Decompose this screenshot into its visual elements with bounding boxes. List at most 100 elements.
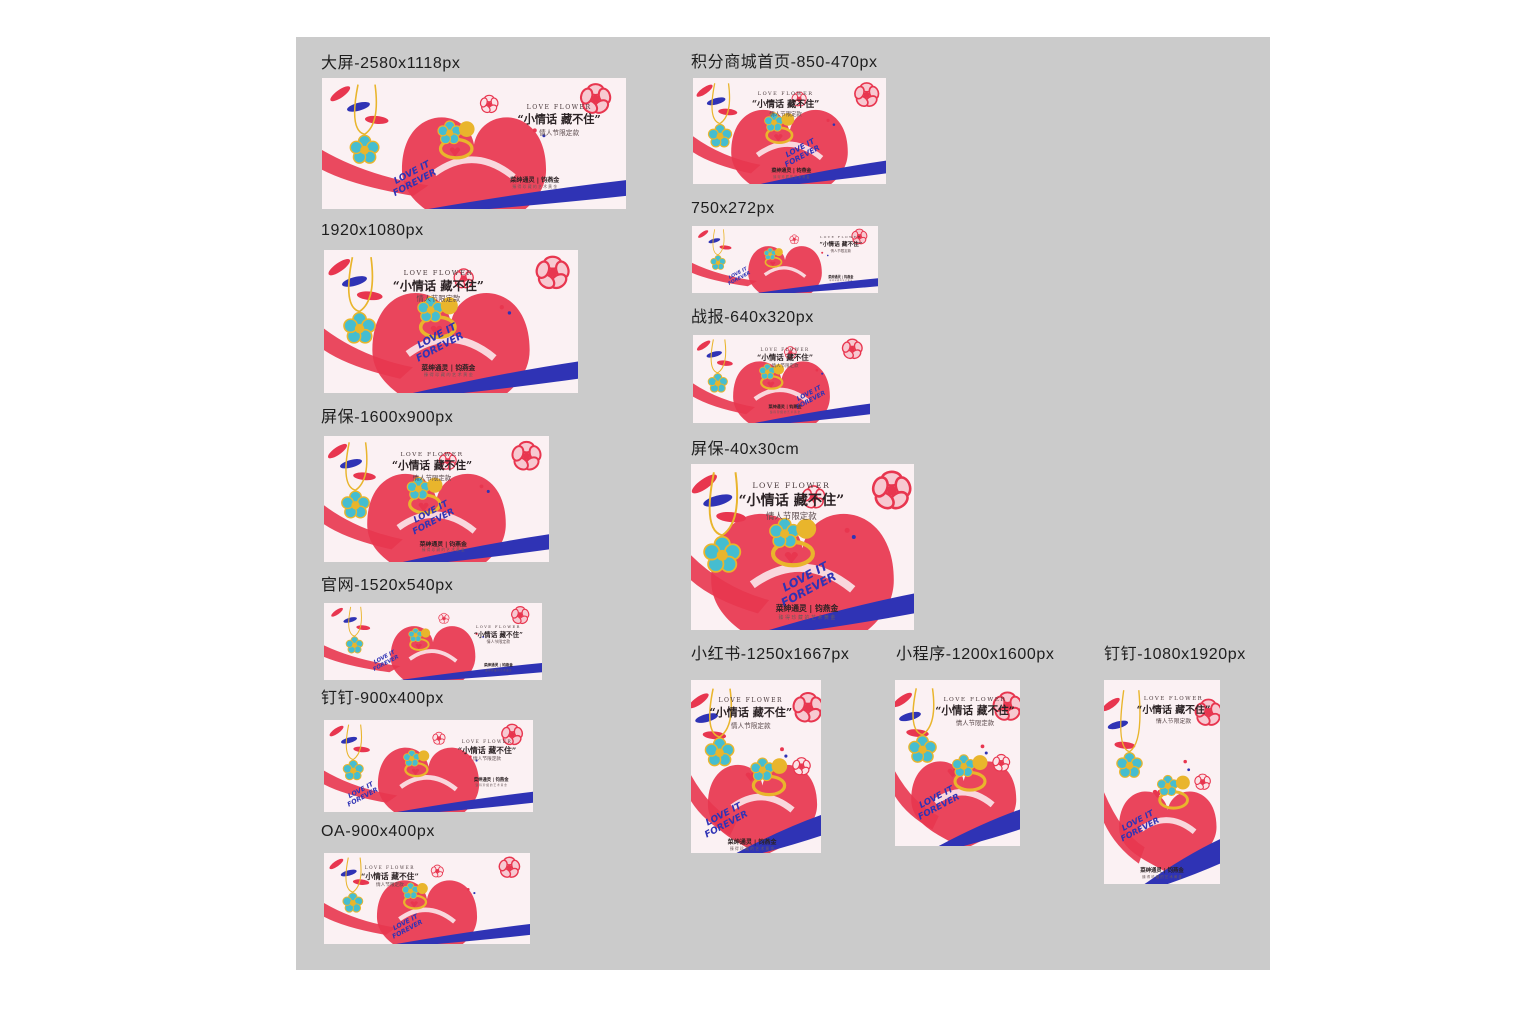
banner-copy: LOVE FLOWER “小情话 藏不住” 情人节限定款: [757, 347, 813, 369]
banner-headline: “小情话 藏不住”: [517, 113, 601, 127]
dot-decoration: [479, 484, 484, 489]
banner-headline: “小情话 藏不住”: [935, 703, 1015, 717]
brand-name: 菜绅通灵 | 钧燕金: [1140, 867, 1184, 874]
banner-subheadline: 情人节限定款: [486, 638, 511, 644]
banner-subheadline: 情人节限定款: [730, 722, 771, 731]
brand-tagline: 臻 得 珍 藏 的 艺 术 黄 金: [475, 783, 507, 788]
gold-rose-ornament: [458, 121, 475, 137]
banner-preview: LOVE IT FOREVER LOVE FLOWER “小情话 藏不住” 情人节限定款…: [693, 78, 886, 184]
brand-tagline: 臻 得 珍 藏 的 艺 术 黄 金: [829, 280, 853, 283]
flower-outline-icon: [511, 440, 542, 471]
banner-subheadline: 情人节限定款: [771, 364, 799, 370]
banner-subheadline: 情人节限定款: [1155, 719, 1192, 726]
size-label: 屏保-1600x900px: [321, 409, 454, 426]
banner-headline: “小情话 藏不住”: [757, 353, 814, 363]
banner-preview: LOVE IT FOREVER LOVE FLOWER “小情话 藏不住” 情人节限定款…: [692, 226, 878, 293]
banner-preview: LOVE IT FOREVER LOVE FLOWER “小情话 藏不住” 情人节限定款…: [324, 720, 533, 812]
banner-copy: LOVE FLOWER “小情话 藏不住” 情人节限定款: [458, 740, 517, 762]
turquoise-pendant-icon: [342, 892, 364, 913]
banner-preview: LOVE IT FOREVER LOVE FLOWER “小情话 藏不住” 情人节限定款…: [322, 78, 626, 209]
brand-tagline: 臻 得 珍 藏 的 艺 术 黄 金: [769, 410, 801, 414]
size-label: 屏保-40x30cm: [691, 441, 800, 458]
banner-artwork: LOVE ITFOREVER: [324, 723, 533, 812]
size-label: 750x272px: [691, 200, 775, 217]
banner-copy: LOVE FLOWER “小情话 藏不住” 情人节限定款: [935, 697, 1015, 727]
gold-rose-ornament: [420, 628, 431, 638]
banner-preview: LOVE IT FOREVER LOVE FLOWER “小情话 藏不住” 情人节限定款…: [691, 680, 821, 853]
flower-outline-icon: [432, 731, 446, 745]
pendant-chain: [912, 688, 935, 736]
banner-copy: LOVE FLOWER “小情话 藏不住” 情人节限定款: [361, 866, 419, 888]
flower-outline-icon: [511, 606, 530, 625]
banner-headline: “小情话 藏不住”: [709, 706, 793, 720]
dot-decoration: [1183, 759, 1187, 764]
banner-en-title: LOVE FLOWER: [718, 697, 784, 705]
dot-decoration: [826, 254, 829, 257]
leaf-sprig: [895, 692, 929, 737]
leaf-sprig: [330, 86, 389, 124]
banner-headline: “小情话 藏不住”: [819, 242, 863, 249]
turquoise-pendant-icon: [345, 636, 364, 654]
dot-decoration: [507, 311, 512, 315]
flower-outline-icon: [841, 338, 863, 360]
banner-subheadline: 情人节限定款: [376, 882, 404, 888]
banner-headline: “小情话 藏不住”: [738, 492, 845, 509]
brand-tagline: 臻 得 珍 藏 的 艺 术 黄 金: [485, 669, 512, 673]
brand-logo-block: 菜绅通灵 | 钧燕金臻 得 珍 藏 的 艺 术 黄 金: [1140, 866, 1184, 879]
banner-artwork: LOVE ITFOREVER: [322, 83, 626, 209]
leaf-sprig: [328, 258, 383, 301]
dot-decoration: [984, 751, 988, 755]
banner-subheadline: 情人节限定款: [765, 510, 817, 521]
banner-copy: LOVE FLOWER “小情话 藏不住” 情人节限定款: [709, 697, 792, 730]
dot-decoration: [826, 118, 830, 122]
turquoise-ring-icon: [1156, 774, 1179, 797]
brand-logo-block: 菜绅通灵 | 钧燕金臻 得 珍 藏 的 艺 术 黄 金: [828, 274, 853, 282]
banner-headline: “小情话 藏不住”: [457, 746, 517, 756]
banner-copy: LOVE FLOWER “小情话 藏不住” 情人节限定款: [738, 481, 844, 522]
gold-rose-ornament: [1175, 775, 1190, 790]
size-label: OA-900x400px: [321, 823, 435, 840]
size-label: 钉钉-1080x1920px: [1104, 646, 1246, 663]
banner-copy: LOVE FLOWER “小情话 藏不住” 情人节限定款: [517, 104, 600, 137]
banner-copy: LOVE FLOWER “小情话 藏不住” 情人节限定款: [819, 235, 862, 253]
banner-subheadline: 情人节限定款: [830, 249, 852, 254]
banner-headline: “小情话 藏不住”: [1136, 705, 1211, 717]
brand-tagline: 臻 得 珍 藏 的 艺 术 黄 金: [512, 183, 558, 189]
leaf-sprig: [327, 443, 376, 481]
turquoise-pendant-icon: [704, 737, 735, 767]
banner-en-title: LOVE FLOWER: [526, 104, 592, 112]
brand-logo-block: 菜绅通灵 | 钧燕金臻 得 珍 藏 的 艺 术 黄 金: [772, 167, 812, 179]
flower-outline-icon: [430, 864, 444, 878]
banner-en-title: LOVE FLOWER: [403, 268, 473, 277]
banner-subheadline: 情人节限定款: [412, 474, 452, 483]
brand-tagline: 臻 得 珍 藏 的 艺 术 黄 金: [729, 846, 775, 852]
leaf-sprig: [696, 84, 738, 116]
banner-preview: LOVE IT FOREVER LOVE FLOWER “小情话 藏不住” 情人节限定款…: [324, 436, 549, 562]
banner-copy: LOVE FLOWER “小情话 藏不住” 情人节限定款: [1137, 696, 1211, 725]
banner-preview: LOVE IT FOREVER LOVE FLOWER “小情话 藏不住” 情人节限定款…: [691, 464, 914, 630]
turquoise-pendant-icon: [341, 490, 370, 519]
gold-rose-ornament: [796, 518, 817, 539]
turquoise-pendant-icon: [349, 134, 380, 164]
flower-outline-icon: [871, 470, 912, 510]
flower-outline-icon: [498, 856, 521, 878]
banner-en-title: LOVE FLOWER: [752, 480, 831, 490]
turquoise-pendant-icon: [342, 759, 364, 781]
dot-decoration: [780, 747, 784, 752]
brand-name: 菜绅通灵 | 钧燕金: [727, 839, 777, 847]
brand-logo-block: 菜绅通灵 | 钧燕金臻 得 珍 藏 的 艺 术 黄 金: [768, 404, 801, 414]
size-label: 大屏-2580x1118px: [321, 55, 461, 72]
turquoise-ring-icon: [952, 754, 976, 778]
brand-tagline: 臻 得 珍 藏 的 艺 术 黄 金: [778, 615, 836, 622]
banner-headline: “小情话 藏不住”: [392, 278, 484, 293]
dot-decoration: [486, 489, 490, 493]
gold-rose-ornament: [972, 755, 988, 771]
banner-subheadline: 情人节限定款: [416, 293, 461, 303]
brand-name: 菜绅通灵 | 钧燕金: [421, 363, 476, 372]
turquoise-pendant-icon: [1116, 752, 1143, 778]
banner-artwork: LOVE ITFOREVER: [324, 856, 530, 944]
banner-headline: “小情话 藏不住”: [360, 871, 419, 881]
turquoise-pendant-icon: [908, 735, 937, 763]
brand-tagline: 臻 得 珍 藏 的 艺 术 黄 金: [423, 372, 473, 378]
dot-decoration: [1187, 768, 1191, 772]
